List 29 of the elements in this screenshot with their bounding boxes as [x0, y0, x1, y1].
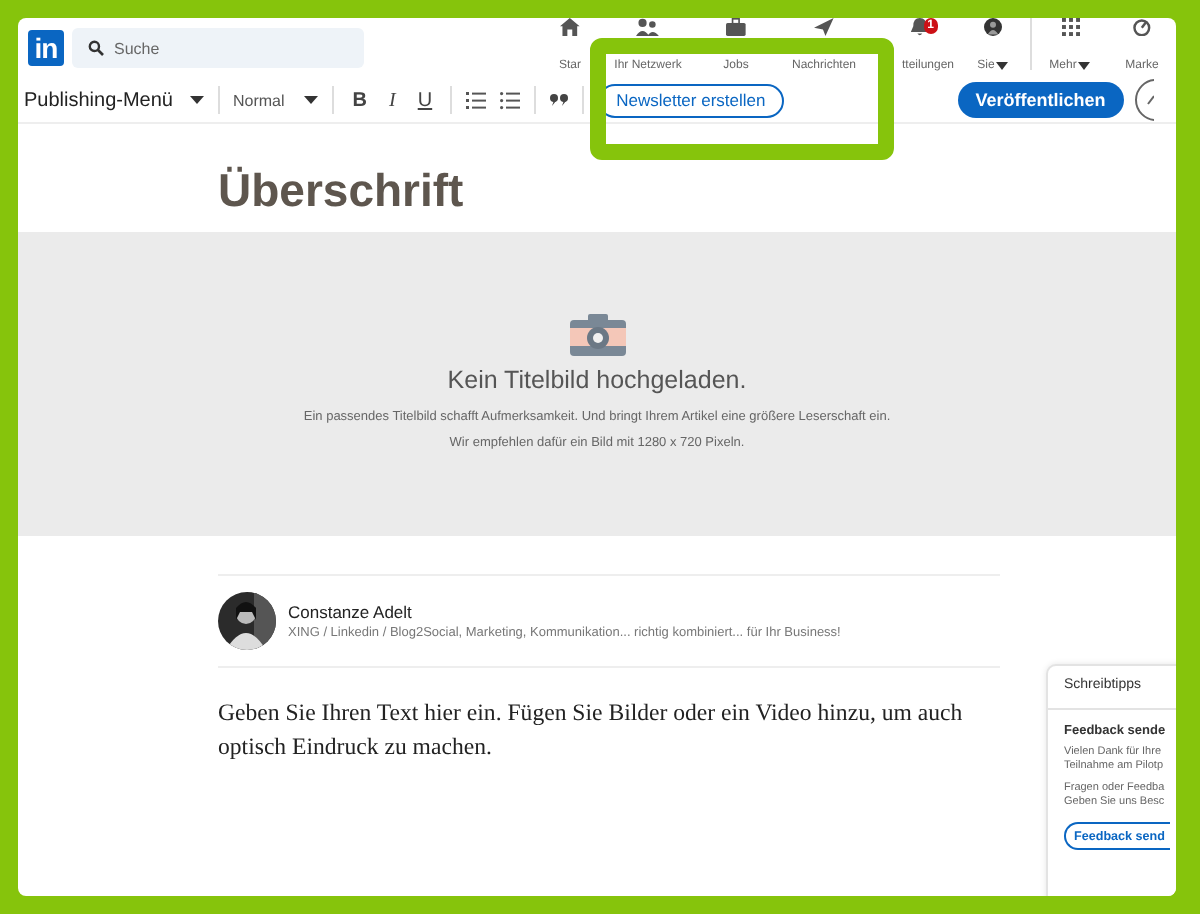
- body-text[interactable]: Geben Sie Ihren Text hier ein. Fügen Sie Bilder oder ein Video hinzu, um auch optisch Eindruck zu machen.: [218, 696, 978, 764]
- paper-plane-icon: [814, 18, 834, 36]
- format-button[interactable]: I: [385, 89, 400, 111]
- author-name: Constanze Adelt: [288, 602, 414, 622]
- briefcase-icon: [726, 18, 746, 36]
- format-button[interactable]: U: [413, 89, 437, 111]
- numbered-list-icon[interactable]: [466, 91, 487, 109]
- text-style-dropdown[interactable]: Normal: [233, 91, 319, 109]
- people-icon: [636, 18, 660, 36]
- cover-heading: Kein Titelbild hochgeladen.: [447, 366, 747, 394]
- search-field[interactable]: Suche: [72, 28, 364, 68]
- circle-button-icon[interactable]: [1133, 78, 1154, 122]
- bullet-list-icon[interactable]: [500, 91, 521, 109]
- home-icon: [560, 18, 580, 36]
- gauge-icon: [1132, 18, 1152, 36]
- format-button[interactable]: B: [348, 89, 372, 111]
- linkedin-logo[interactable]: in: [28, 30, 64, 66]
- caret-icon: [189, 96, 203, 104]
- grid-icon: [1061, 18, 1079, 36]
- caret-icon: [304, 96, 319, 104]
- article-title[interactable]: Überschrift: [218, 164, 1176, 232]
- caret-icon: [996, 62, 1009, 70]
- search-icon: [88, 40, 104, 56]
- quote-icon[interactable]: [550, 94, 569, 106]
- publishing-menu-dropdown[interactable]: Publishing-Menü: [24, 89, 203, 111]
- avatar-icon: [984, 18, 1002, 36]
- publish-button[interactable]: Veröffentlichen: [957, 82, 1124, 118]
- caret-icon: [1078, 62, 1091, 70]
- camera-icon: [569, 312, 625, 356]
